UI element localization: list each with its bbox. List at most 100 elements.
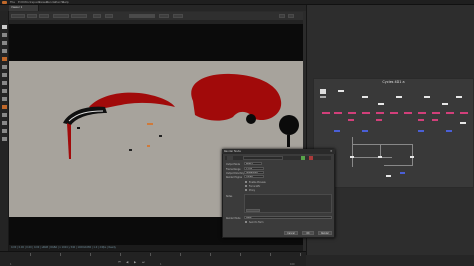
- clone-tool-icon[interactable]: [2, 105, 7, 109]
- blur-tool-icon[interactable]: [2, 121, 7, 125]
- settings-icon[interactable]: [288, 14, 294, 18]
- notes-sub-button[interactable]: [246, 209, 260, 212]
- proxy-dropdown[interactable]: [105, 14, 113, 18]
- dialog-status-icon: [301, 156, 305, 160]
- play-button[interactable]: ▶: [134, 260, 136, 264]
- graph-node[interactable]: [424, 96, 430, 98]
- graph-node[interactable]: [460, 122, 466, 124]
- graph-node-pink[interactable]: [348, 119, 354, 121]
- graph-node-pink[interactable]: [446, 112, 454, 114]
- zoom-dropdown[interactable]: [93, 14, 101, 18]
- graph-node[interactable]: [350, 156, 354, 158]
- select-tool-icon[interactable]: [2, 25, 7, 29]
- tab-viewer[interactable]: Viewer 1: [9, 5, 39, 11]
- alpha-dropdown[interactable]: [39, 14, 49, 18]
- graph-wire: [384, 165, 412, 166]
- refresh-icon[interactable]: [279, 14, 285, 18]
- red-streak: [67, 123, 71, 159]
- layer-dropdown[interactable]: [27, 14, 37, 18]
- eraser-tool-icon[interactable]: [2, 73, 7, 77]
- close-icon[interactable]: ✕: [330, 149, 333, 154]
- gain-field[interactable]: [159, 14, 169, 18]
- text-tool-icon[interactable]: [2, 97, 7, 101]
- dialog-toolbar: [225, 156, 331, 160]
- graph-node-pink[interactable]: [348, 112, 356, 114]
- graph-node-pink[interactable]: [418, 112, 426, 114]
- graph-node-pink[interactable]: [460, 112, 468, 114]
- colorspace-dropdown[interactable]: [129, 14, 155, 18]
- row-label-output-node: Output Node: [226, 163, 241, 166]
- graph-node-pink[interactable]: [362, 112, 370, 114]
- small-mark: [77, 127, 80, 129]
- play-reverse-button[interactable]: ◀: [126, 260, 128, 264]
- graph-wire: [352, 144, 412, 145]
- ok-button[interactable]: OK: [302, 231, 314, 235]
- graph-node-pink[interactable]: [404, 112, 412, 114]
- graph-small-icon: [320, 96, 326, 98]
- graph-node[interactable]: [378, 103, 384, 105]
- graph-node-pink[interactable]: [376, 112, 384, 114]
- proxy-checkbox[interactable]: [245, 189, 247, 191]
- channel-dropdown[interactable]: [11, 14, 25, 18]
- output-dir-field[interactable]: /render/out: [244, 171, 264, 174]
- graph-preview-icon[interactable]: [320, 89, 326, 94]
- smudge-tool-icon[interactable]: [2, 113, 7, 117]
- graph-node-pink[interactable]: [418, 119, 424, 121]
- dialog-title-bar[interactable]: Render Node ✕: [222, 149, 335, 154]
- paint-tool-icon[interactable]: [2, 57, 7, 61]
- skip-start-button[interactable]: ⏮: [118, 260, 121, 264]
- graph-node-pink[interactable]: [322, 112, 330, 114]
- dodge-tool-icon[interactable]: [2, 129, 7, 133]
- dark-mark: [159, 135, 162, 137]
- zoom-tool-icon[interactable]: [2, 137, 7, 141]
- graph-node-pink[interactable]: [432, 112, 440, 114]
- graph-node[interactable]: [442, 103, 448, 105]
- row-label-output-dir: Output Directory: [226, 172, 245, 175]
- proxy-label: Proxy: [249, 189, 255, 192]
- enable-preview-label: Enable Preview: [249, 181, 266, 184]
- render-button[interactable]: Render: [318, 231, 332, 235]
- render-mode-dropdown[interactable]: Local: [244, 216, 332, 219]
- graph-node[interactable]: [410, 156, 414, 158]
- graph-node-pink[interactable]: [334, 112, 342, 114]
- dialog-toolbar-button[interactable]: [227, 156, 233, 160]
- graph-node-pink[interactable]: [376, 119, 382, 121]
- small-circle: [246, 114, 256, 124]
- input-b-dropdown[interactable]: [71, 14, 87, 18]
- graph-node[interactable]: [396, 96, 402, 98]
- scale-tool-icon[interactable]: [2, 49, 7, 53]
- node-graph[interactable]: [313, 78, 474, 188]
- enable-preview-checkbox[interactable]: [245, 181, 247, 183]
- rotate-tool-icon[interactable]: [2, 41, 7, 45]
- graph-node[interactable]: [378, 156, 382, 158]
- skip-end-button[interactable]: ⏭: [142, 260, 145, 264]
- viewer-toolbar: [9, 12, 303, 20]
- graph-node-pink[interactable]: [432, 119, 438, 121]
- cancel-button[interactable]: Cancel: [284, 231, 298, 235]
- red-arc-shape: [89, 92, 175, 109]
- graph-node-blue[interactable]: [446, 130, 452, 132]
- gamma-field[interactable]: [173, 14, 183, 18]
- render-mode-label: Render Mode: [226, 217, 241, 220]
- graph-node[interactable]: [386, 175, 391, 177]
- graph-node-blue[interactable]: [418, 130, 424, 132]
- row-label-render-engine: Render Engine: [226, 176, 242, 179]
- graph-node[interactable]: [362, 96, 368, 98]
- shape-tool-icon[interactable]: [2, 81, 7, 85]
- send-to-farm-checkbox[interactable]: [245, 221, 247, 223]
- dialog-search-input[interactable]: [243, 156, 283, 160]
- graph-node[interactable]: [338, 90, 344, 92]
- render-engine-field[interactable]: Cycles: [244, 175, 264, 178]
- force-gpu-checkbox[interactable]: [245, 185, 247, 187]
- frame-range-field[interactable]: 1-100: [244, 167, 264, 170]
- pen-tool-icon[interactable]: [2, 89, 7, 93]
- input-a-dropdown[interactable]: [53, 14, 69, 18]
- graph-node-pink[interactable]: [390, 112, 398, 114]
- graph-node-blue[interactable]: [362, 130, 368, 132]
- brush-tool-icon[interactable]: [2, 65, 7, 69]
- graph-node-blue[interactable]: [334, 130, 340, 132]
- graph-node-blue[interactable]: [400, 172, 405, 174]
- output-node-field[interactable]: Write1: [244, 162, 262, 165]
- transform-tool-icon[interactable]: [2, 33, 7, 37]
- graph-node[interactable]: [456, 96, 462, 98]
